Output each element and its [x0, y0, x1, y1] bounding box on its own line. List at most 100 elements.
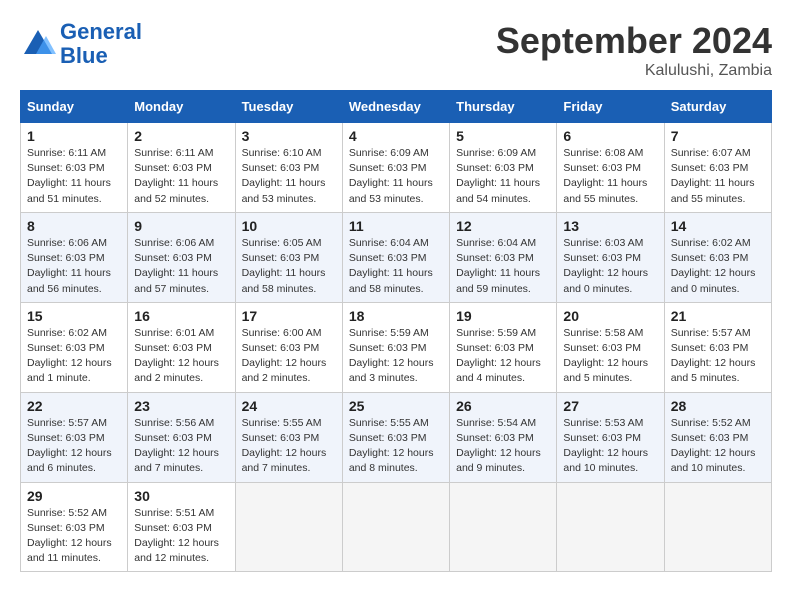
day-number: 27 — [563, 398, 657, 414]
calendar-cell: 4 Sunrise: 6:09 AM Sunset: 6:03 PM Daylig… — [342, 123, 449, 213]
calendar-cell: 3 Sunrise: 6:10 AM Sunset: 6:03 PM Daylig… — [235, 123, 342, 213]
calendar-cell: 13 Sunrise: 6:03 AM Sunset: 6:03 PM Dayli… — [557, 212, 664, 302]
day-number: 5 — [456, 128, 550, 144]
title-block: September 2024 Kalulushi, Zambia — [496, 20, 772, 80]
calendar-week-row: 29Sunrise: 5:52 AM Sunset: 6:03 PM Dayli… — [21, 482, 772, 572]
calendar-cell — [450, 482, 557, 572]
day-number: 11 — [349, 218, 443, 234]
weekday-header-thursday: Thursday — [450, 91, 557, 123]
logo-text: General Blue — [60, 20, 142, 68]
page-header: General Blue September 2024 Kalulushi, Z… — [20, 20, 772, 80]
day-info: Sunrise: 6:09 AM Sunset: 6:03 PM Dayligh… — [349, 146, 443, 207]
day-info: Sunrise: 5:52 AM Sunset: 6:03 PM Dayligh… — [27, 506, 121, 567]
calendar-cell — [235, 482, 342, 572]
calendar-cell: 26Sunrise: 5:54 AM Sunset: 6:03 PM Dayli… — [450, 392, 557, 482]
day-info: Sunrise: 5:57 AM Sunset: 6:03 PM Dayligh… — [27, 416, 121, 477]
day-number: 20 — [563, 308, 657, 324]
weekday-header-monday: Monday — [128, 91, 235, 123]
day-number: 13 — [563, 218, 657, 234]
day-number: 15 — [27, 308, 121, 324]
calendar-week-row: 1 Sunrise: 6:11 AM Sunset: 6:03 PM Daylig… — [21, 123, 772, 213]
day-info: Sunrise: 5:55 AM Sunset: 6:03 PM Dayligh… — [242, 416, 336, 477]
weekday-header-friday: Friday — [557, 91, 664, 123]
day-info: Sunrise: 6:07 AM Sunset: 6:03 PM Dayligh… — [671, 146, 765, 207]
calendar-table: SundayMondayTuesdayWednesdayThursdayFrid… — [20, 90, 772, 572]
day-info: Sunrise: 6:03 AM Sunset: 6:03 PM Dayligh… — [563, 236, 657, 297]
location-title: Kalulushi, Zambia — [496, 62, 772, 80]
day-info: Sunrise: 5:59 AM Sunset: 6:03 PM Dayligh… — [349, 326, 443, 387]
day-number: 23 — [134, 398, 228, 414]
calendar-cell — [342, 482, 449, 572]
day-number: 16 — [134, 308, 228, 324]
calendar-week-row: 15 Sunrise: 6:02 AM Sunset: 6:03 PM Dayli… — [21, 302, 772, 392]
day-number: 6 — [563, 128, 657, 144]
day-number: 26 — [456, 398, 550, 414]
calendar-cell: 27 Sunrise: 5:53 AM Sunset: 6:03 PM Dayli… — [557, 392, 664, 482]
day-number: 24 — [242, 398, 336, 414]
calendar-cell: 17 Sunrise: 6:00 AM Sunset: 6:03 PM Dayli… — [235, 302, 342, 392]
day-info: Sunrise: 6:04 AM Sunset: 6:03 PM Dayligh… — [456, 236, 550, 297]
weekday-header-row: SundayMondayTuesdayWednesdayThursdayFrid… — [21, 91, 772, 123]
calendar-cell: 19Sunrise: 5:59 AM Sunset: 6:03 PM Dayli… — [450, 302, 557, 392]
day-info: Sunrise: 5:58 AM Sunset: 6:03 PM Dayligh… — [563, 326, 657, 387]
day-info: Sunrise: 6:11 AM Sunset: 6:03 PM Dayligh… — [27, 146, 121, 207]
day-info: Sunrise: 6:08 AM Sunset: 6:03 PM Dayligh… — [563, 146, 657, 207]
day-info: Sunrise: 6:02 AM Sunset: 6:03 PM Dayligh… — [671, 236, 765, 297]
day-number: 7 — [671, 128, 765, 144]
logo-line1: General — [60, 19, 142, 44]
day-number: 28 — [671, 398, 765, 414]
day-number: 21 — [671, 308, 765, 324]
calendar-cell: 20 Sunrise: 5:58 AM Sunset: 6:03 PM Dayli… — [557, 302, 664, 392]
day-number: 4 — [349, 128, 443, 144]
weekday-header-saturday: Saturday — [664, 91, 771, 123]
calendar-cell: 16Sunrise: 6:01 AM Sunset: 6:03 PM Dayli… — [128, 302, 235, 392]
calendar-cell: 10 Sunrise: 6:05 AM Sunset: 6:03 PM Dayli… — [235, 212, 342, 302]
calendar-cell: 29Sunrise: 5:52 AM Sunset: 6:03 PM Dayli… — [21, 482, 128, 572]
day-info: Sunrise: 5:56 AM Sunset: 6:03 PM Dayligh… — [134, 416, 228, 477]
calendar-cell: 6 Sunrise: 6:08 AM Sunset: 6:03 PM Daylig… — [557, 123, 664, 213]
calendar-cell: 9Sunrise: 6:06 AM Sunset: 6:03 PM Daylig… — [128, 212, 235, 302]
calendar-cell — [664, 482, 771, 572]
calendar-cell: 21 Sunrise: 5:57 AM Sunset: 6:03 PM Dayli… — [664, 302, 771, 392]
day-info: Sunrise: 6:10 AM Sunset: 6:03 PM Dayligh… — [242, 146, 336, 207]
weekday-header-tuesday: Tuesday — [235, 91, 342, 123]
calendar-cell: 28 Sunrise: 5:52 AM Sunset: 6:03 PM Dayli… — [664, 392, 771, 482]
calendar-cell: 1 Sunrise: 6:11 AM Sunset: 6:03 PM Daylig… — [21, 123, 128, 213]
calendar-cell: 15 Sunrise: 6:02 AM Sunset: 6:03 PM Dayli… — [21, 302, 128, 392]
day-info: Sunrise: 6:02 AM Sunset: 6:03 PM Dayligh… — [27, 326, 121, 387]
weekday-header-sunday: Sunday — [21, 91, 128, 123]
calendar-cell: 14Sunrise: 6:02 AM Sunset: 6:03 PM Dayli… — [664, 212, 771, 302]
day-number: 30 — [134, 488, 228, 504]
logo-icon — [20, 26, 56, 62]
day-number: 12 — [456, 218, 550, 234]
calendar-cell: 11 Sunrise: 6:04 AM Sunset: 6:03 PM Dayli… — [342, 212, 449, 302]
calendar-week-row: 22 Sunrise: 5:57 AM Sunset: 6:03 PM Dayli… — [21, 392, 772, 482]
day-info: Sunrise: 6:11 AM Sunset: 6:03 PM Dayligh… — [134, 146, 228, 207]
day-info: Sunrise: 6:06 AM Sunset: 6:03 PM Dayligh… — [27, 236, 121, 297]
day-info: Sunrise: 5:51 AM Sunset: 6:03 PM Dayligh… — [134, 506, 228, 567]
calendar-cell: 22 Sunrise: 5:57 AM Sunset: 6:03 PM Dayli… — [21, 392, 128, 482]
day-info: Sunrise: 5:52 AM Sunset: 6:03 PM Dayligh… — [671, 416, 765, 477]
calendar-cell: 2Sunrise: 6:11 AM Sunset: 6:03 PM Daylig… — [128, 123, 235, 213]
calendar-cell — [557, 482, 664, 572]
calendar-cell: 24 Sunrise: 5:55 AM Sunset: 6:03 PM Dayli… — [235, 392, 342, 482]
day-info: Sunrise: 5:57 AM Sunset: 6:03 PM Dayligh… — [671, 326, 765, 387]
day-info: Sunrise: 5:59 AM Sunset: 6:03 PM Dayligh… — [456, 326, 550, 387]
calendar-cell: 30 Sunrise: 5:51 AM Sunset: 6:03 PM Dayli… — [128, 482, 235, 572]
day-number: 25 — [349, 398, 443, 414]
day-info: Sunrise: 6:04 AM Sunset: 6:03 PM Dayligh… — [349, 236, 443, 297]
day-number: 18 — [349, 308, 443, 324]
day-info: Sunrise: 6:00 AM Sunset: 6:03 PM Dayligh… — [242, 326, 336, 387]
weekday-header-wednesday: Wednesday — [342, 91, 449, 123]
day-number: 17 — [242, 308, 336, 324]
day-number: 22 — [27, 398, 121, 414]
day-number: 10 — [242, 218, 336, 234]
logo: General Blue — [20, 20, 142, 68]
day-number: 3 — [242, 128, 336, 144]
calendar-week-row: 8Sunrise: 6:06 AM Sunset: 6:03 PM Daylig… — [21, 212, 772, 302]
day-info: Sunrise: 5:55 AM Sunset: 6:03 PM Dayligh… — [349, 416, 443, 477]
logo-line2: Blue — [60, 43, 108, 68]
day-number: 1 — [27, 128, 121, 144]
day-info: Sunrise: 6:05 AM Sunset: 6:03 PM Dayligh… — [242, 236, 336, 297]
day-info: Sunrise: 5:53 AM Sunset: 6:03 PM Dayligh… — [563, 416, 657, 477]
